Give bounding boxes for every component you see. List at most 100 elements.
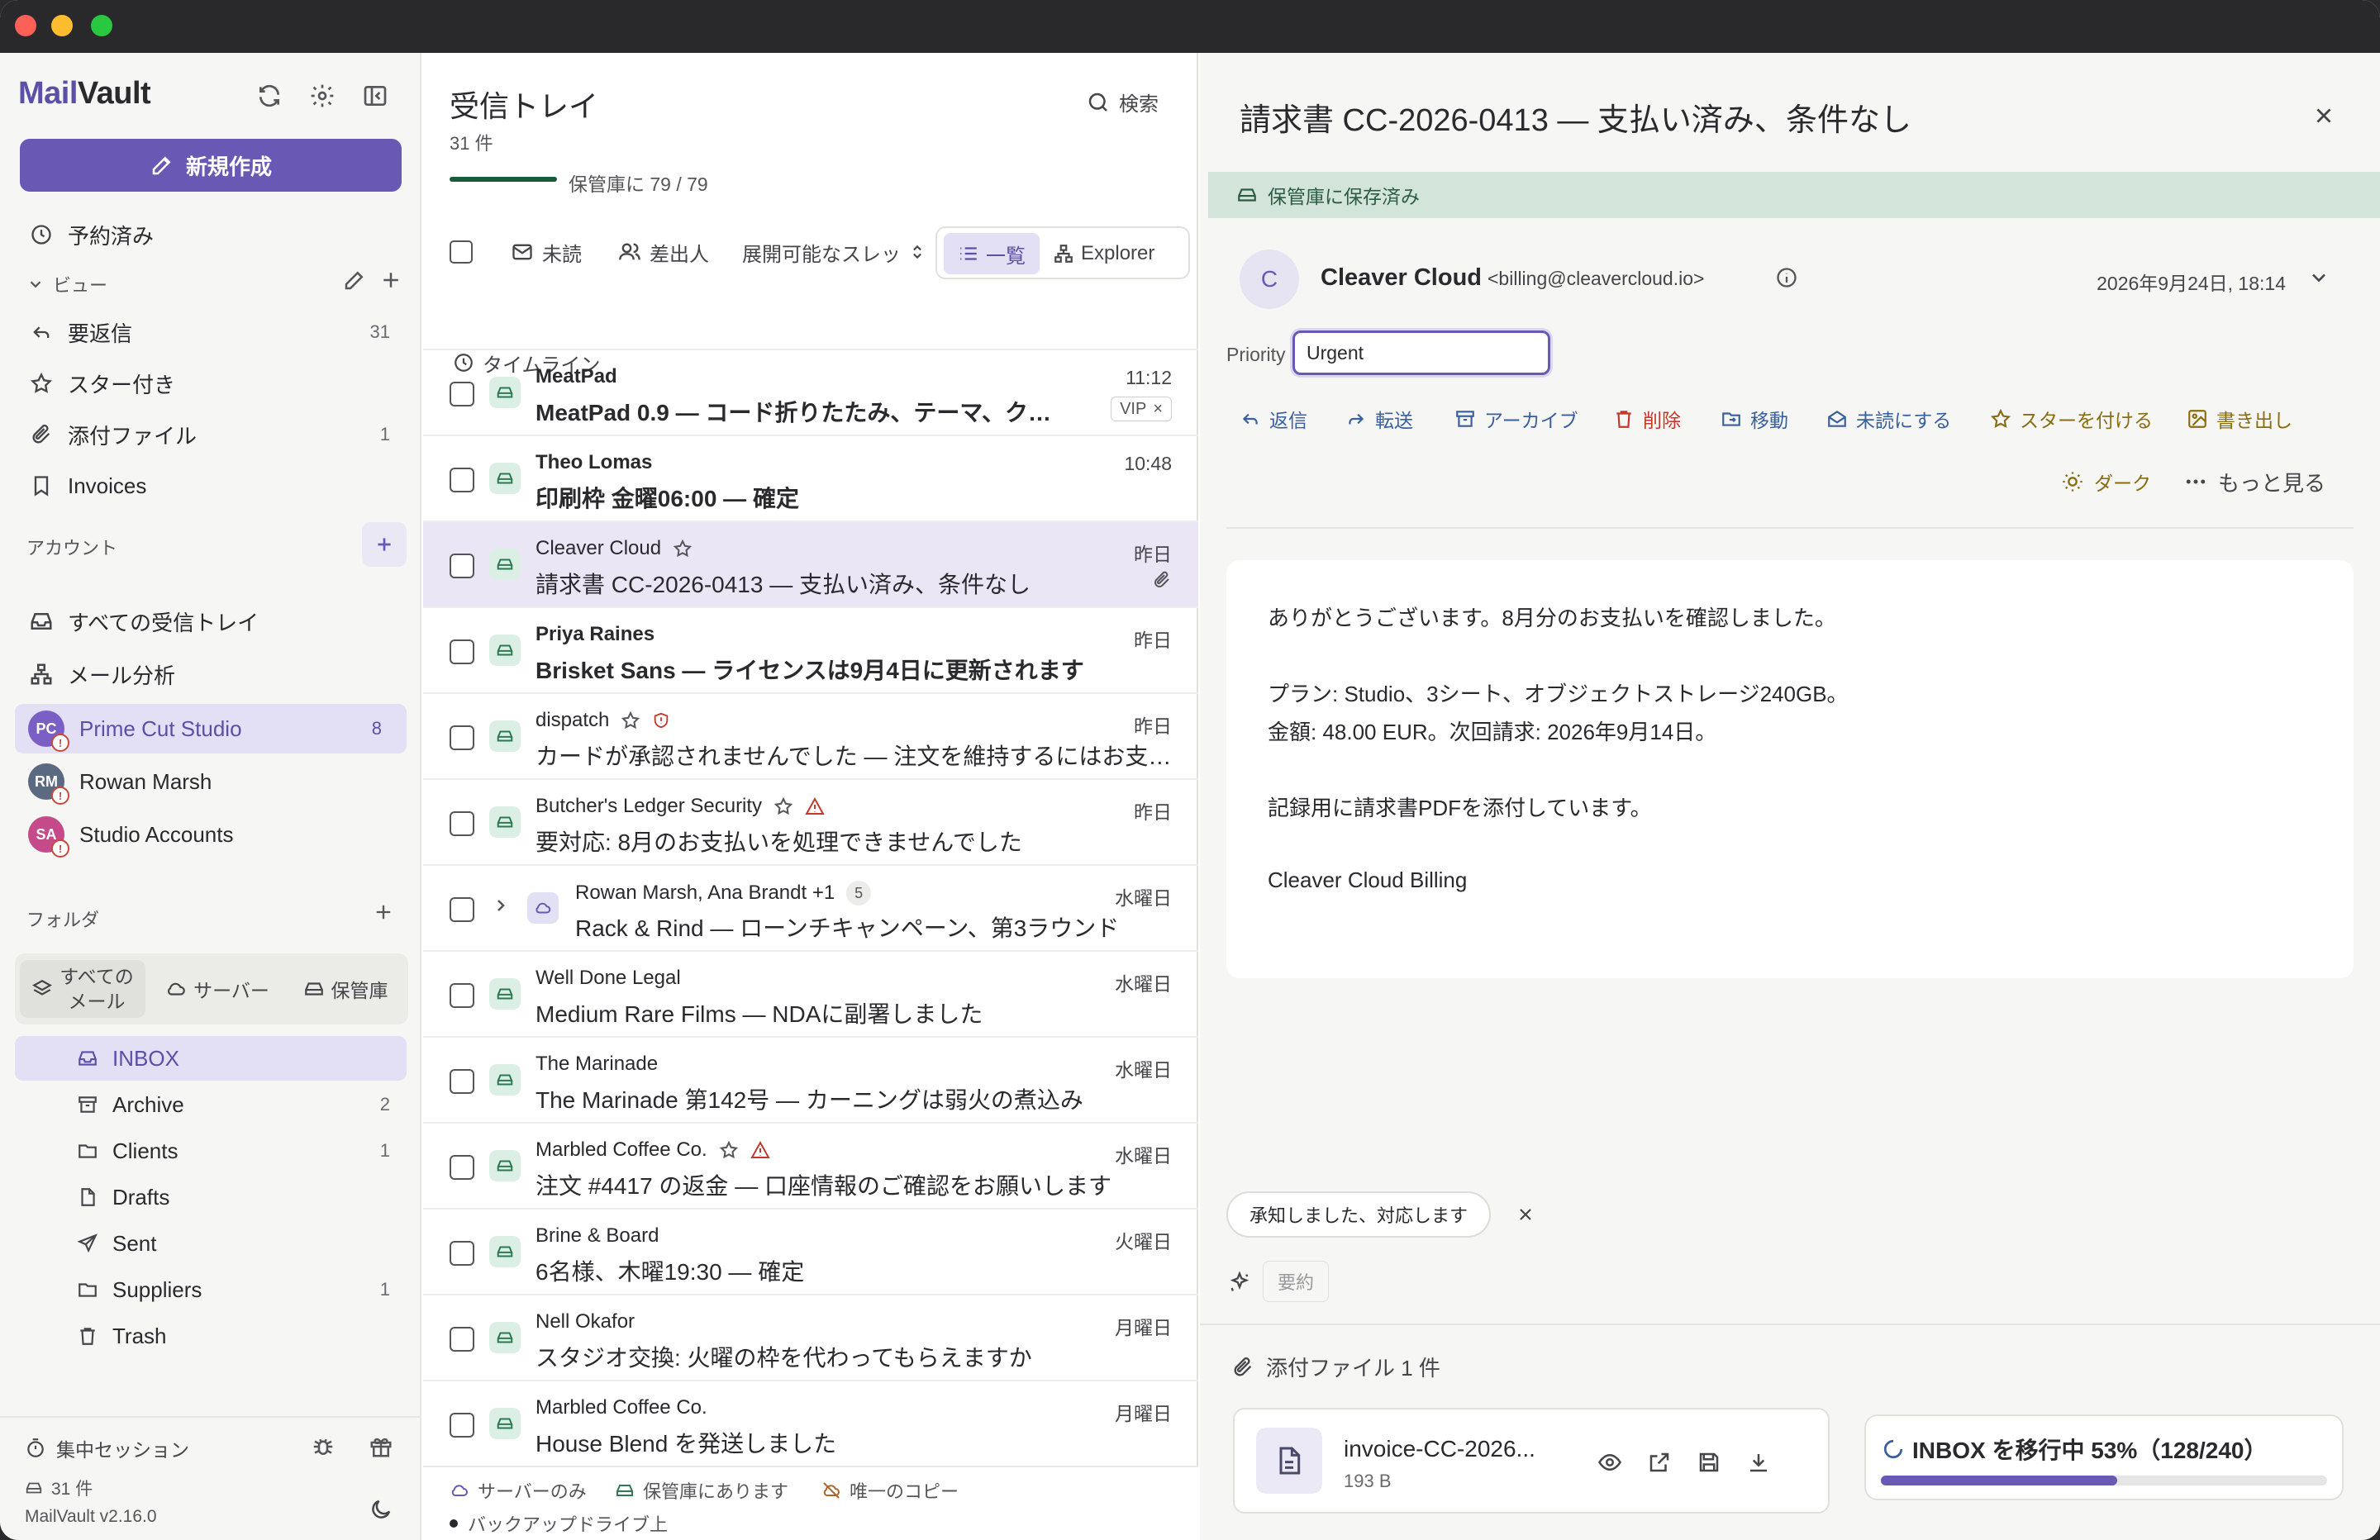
row-checkbox[interactable] bbox=[450, 1413, 474, 1438]
search-button[interactable]: 検索 bbox=[1086, 88, 1159, 116]
forward-button[interactable]: 転送 bbox=[1345, 398, 1413, 440]
message-row[interactable]: dispatch カードが承認されませんでした — 注文を維持するにはお支払い情… bbox=[423, 692, 1198, 778]
message-row-selected[interactable]: Cleaver Cloud 請求書 CC-2026-0413 — 支払い済み、条… bbox=[423, 520, 1198, 606]
row-checkbox[interactable] bbox=[450, 1241, 474, 1266]
row-checkbox[interactable] bbox=[450, 1155, 474, 1180]
account-studio-accounts[interactable]: SA! Studio Accounts bbox=[15, 810, 407, 859]
attachment-card[interactable]: invoice-CC-2026... 193 B bbox=[1233, 1408, 1830, 1514]
collapse-sidebar-icon[interactable] bbox=[359, 79, 392, 112]
star-icon[interactable] bbox=[621, 711, 640, 730]
folder-clients[interactable]: Clients 1 bbox=[15, 1129, 407, 1173]
eye-icon[interactable] bbox=[1593, 1446, 1626, 1479]
sidebar-item-all-inboxes[interactable]: すべての受信トレイ bbox=[15, 598, 407, 644]
thread-mode-select[interactable]: 展開可能なスレッ bbox=[742, 226, 926, 278]
dismiss-icon[interactable] bbox=[1512, 1201, 1539, 1228]
message-row[interactable]: Priya Raines Brisket Sans — ライセンスは9月4日に更… bbox=[423, 606, 1198, 692]
mark-unread-button[interactable]: 未読にする bbox=[1826, 398, 1951, 440]
edit-views-icon[interactable] bbox=[342, 268, 367, 292]
star-icon[interactable] bbox=[719, 1140, 739, 1160]
quick-reply-chip[interactable]: 承知しました、対応します bbox=[1226, 1191, 1492, 1238]
sidebar-item-starred[interactable]: スター付き bbox=[15, 360, 407, 406]
remove-tag-icon[interactable]: × bbox=[1153, 400, 1163, 419]
folder-sent[interactable]: Sent bbox=[15, 1221, 407, 1266]
gift-icon[interactable] bbox=[369, 1434, 393, 1459]
message-row[interactable]: Marbled Coffee Co. House Blend を発送しました 月… bbox=[423, 1380, 1198, 1466]
close-window-button[interactable] bbox=[15, 15, 36, 36]
move-button[interactable]: 移動 bbox=[1721, 398, 1788, 440]
row-checkbox[interactable] bbox=[450, 468, 474, 492]
archive-button[interactable]: アーカイブ bbox=[1454, 398, 1578, 440]
row-checkbox[interactable] bbox=[450, 554, 474, 578]
add-account-icon[interactable] bbox=[362, 522, 407, 567]
folder-trash[interactable]: Trash bbox=[15, 1314, 407, 1358]
account-prime-cut-studio[interactable]: PC! Prime Cut Studio 8 bbox=[15, 704, 407, 753]
select-all-checkbox[interactable] bbox=[450, 226, 473, 278]
download-icon[interactable] bbox=[1742, 1446, 1775, 1479]
minimize-window-button[interactable] bbox=[51, 15, 73, 36]
chevron-right-icon[interactable] bbox=[491, 896, 511, 915]
filter-server[interactable]: サーバー bbox=[155, 960, 279, 1018]
account-rowan-marsh[interactable]: RM! Rowan Marsh bbox=[15, 757, 407, 806]
moon-icon[interactable] bbox=[369, 1497, 393, 1522]
message-row[interactable]: Well Done Legal Medium Rare Films — NDAに… bbox=[423, 950, 1198, 1036]
row-checkbox[interactable] bbox=[450, 639, 474, 664]
checkbox[interactable] bbox=[450, 240, 473, 264]
sync-icon[interactable] bbox=[253, 79, 286, 112]
message-row[interactable]: The Marinade The Marinade 第142号 — カーニングは… bbox=[423, 1036, 1198, 1122]
delete-button[interactable]: 削除 bbox=[1613, 398, 1681, 440]
compose-button[interactable]: 新規作成 bbox=[20, 139, 402, 192]
vip-tag[interactable]: VIP × bbox=[1111, 397, 1172, 421]
message-row[interactable]: Butcher's Ledger Security 要対応: 8月のお支払いを処… bbox=[423, 778, 1198, 864]
folder-drafts[interactable]: Drafts bbox=[15, 1175, 407, 1219]
filter-all-mail[interactable]: すべての メール bbox=[20, 960, 145, 1018]
explorer-view-button[interactable]: Explorer bbox=[1053, 233, 1154, 274]
sender-name[interactable]: Cleaver Cloud bbox=[1321, 264, 1482, 292]
row-checkbox[interactable] bbox=[450, 382, 474, 406]
bug-icon[interactable] bbox=[311, 1434, 336, 1459]
sidebar-item-scheduled[interactable]: 予約済み bbox=[15, 212, 407, 258]
star-icon[interactable] bbox=[673, 539, 693, 558]
filter-sender[interactable]: 差出人 bbox=[618, 226, 709, 278]
summarize-button[interactable]: 要約 bbox=[1263, 1261, 1329, 1302]
priority-input[interactable] bbox=[1292, 330, 1550, 375]
close-icon[interactable] bbox=[2309, 101, 2339, 131]
row-checkbox[interactable] bbox=[450, 1327, 474, 1352]
star-icon[interactable] bbox=[774, 796, 793, 816]
row-checkbox[interactable] bbox=[450, 725, 474, 750]
message-row[interactable]: Theo Lomas 印刷枠 金曜06:00 — 確定 10:48 bbox=[423, 435, 1198, 520]
list-view-button[interactable]: 一覧 bbox=[944, 233, 1040, 274]
add-folder-icon[interactable] bbox=[372, 901, 395, 924]
views-heading[interactable]: ビュー bbox=[26, 271, 107, 297]
message-row-thread[interactable]: Rowan Marsh, Ana Brandt +1 5 Rack & Rind … bbox=[423, 864, 1198, 950]
more-button[interactable]: もっと見る bbox=[2183, 461, 2325, 502]
sender-email[interactable]: <billing@cleavercloud.io> bbox=[1488, 268, 1704, 290]
message-row[interactable]: MeatPad MeatPad 0.9 — コード折りたたみ、テーマ、クラウドバ… bbox=[423, 349, 1198, 435]
zoom-window-button[interactable] bbox=[91, 15, 112, 36]
sidebar-item-mail-analytics[interactable]: メール分析 bbox=[15, 651, 407, 697]
save-icon[interactable] bbox=[1692, 1446, 1726, 1479]
row-checkbox[interactable] bbox=[450, 811, 474, 836]
filter-unread[interactable]: 未読 bbox=[511, 226, 582, 278]
sidebar-item-needs-reply[interactable]: 要返信 31 bbox=[15, 309, 407, 355]
reply-button[interactable]: 返信 bbox=[1240, 398, 1307, 440]
message-row[interactable]: Brine & Board 6名様、木曜19:30 — 確定 火曜日 bbox=[423, 1208, 1198, 1294]
sidebar-item-invoices[interactable]: Invoices bbox=[15, 463, 407, 509]
export-button[interactable]: 書き出し bbox=[2187, 398, 2292, 440]
sidebar-item-attachments[interactable]: 添付ファイル 1 bbox=[15, 411, 407, 458]
chevron-down-icon[interactable] bbox=[2307, 266, 2330, 289]
folder-suppliers[interactable]: Suppliers 1 bbox=[15, 1267, 407, 1312]
dark-mode-button[interactable]: ダーク bbox=[2061, 461, 2151, 502]
focus-session-button[interactable]: 集中セッション bbox=[25, 1434, 189, 1462]
info-icon[interactable] bbox=[1775, 266, 1798, 289]
gear-icon[interactable] bbox=[306, 79, 339, 112]
row-checkbox[interactable] bbox=[450, 983, 474, 1008]
message-row[interactable]: Nell Okafor スタジオ交換: 火曜の枠を代わってもらえますか 月曜日 bbox=[423, 1294, 1198, 1380]
external-link-icon[interactable] bbox=[1643, 1446, 1676, 1479]
star-button[interactable]: スターを付ける bbox=[1990, 398, 2153, 440]
folder-inbox[interactable]: INBOX bbox=[15, 1036, 407, 1081]
message-row[interactable]: Marbled Coffee Co. 注文 #4417 の返金 — 口座情報のご… bbox=[423, 1122, 1198, 1208]
filter-vault[interactable]: 保管庫 bbox=[288, 960, 403, 1018]
row-checkbox[interactable] bbox=[450, 897, 474, 922]
row-checkbox[interactable] bbox=[450, 1069, 474, 1094]
folder-archive[interactable]: Archive 2 bbox=[15, 1082, 407, 1127]
